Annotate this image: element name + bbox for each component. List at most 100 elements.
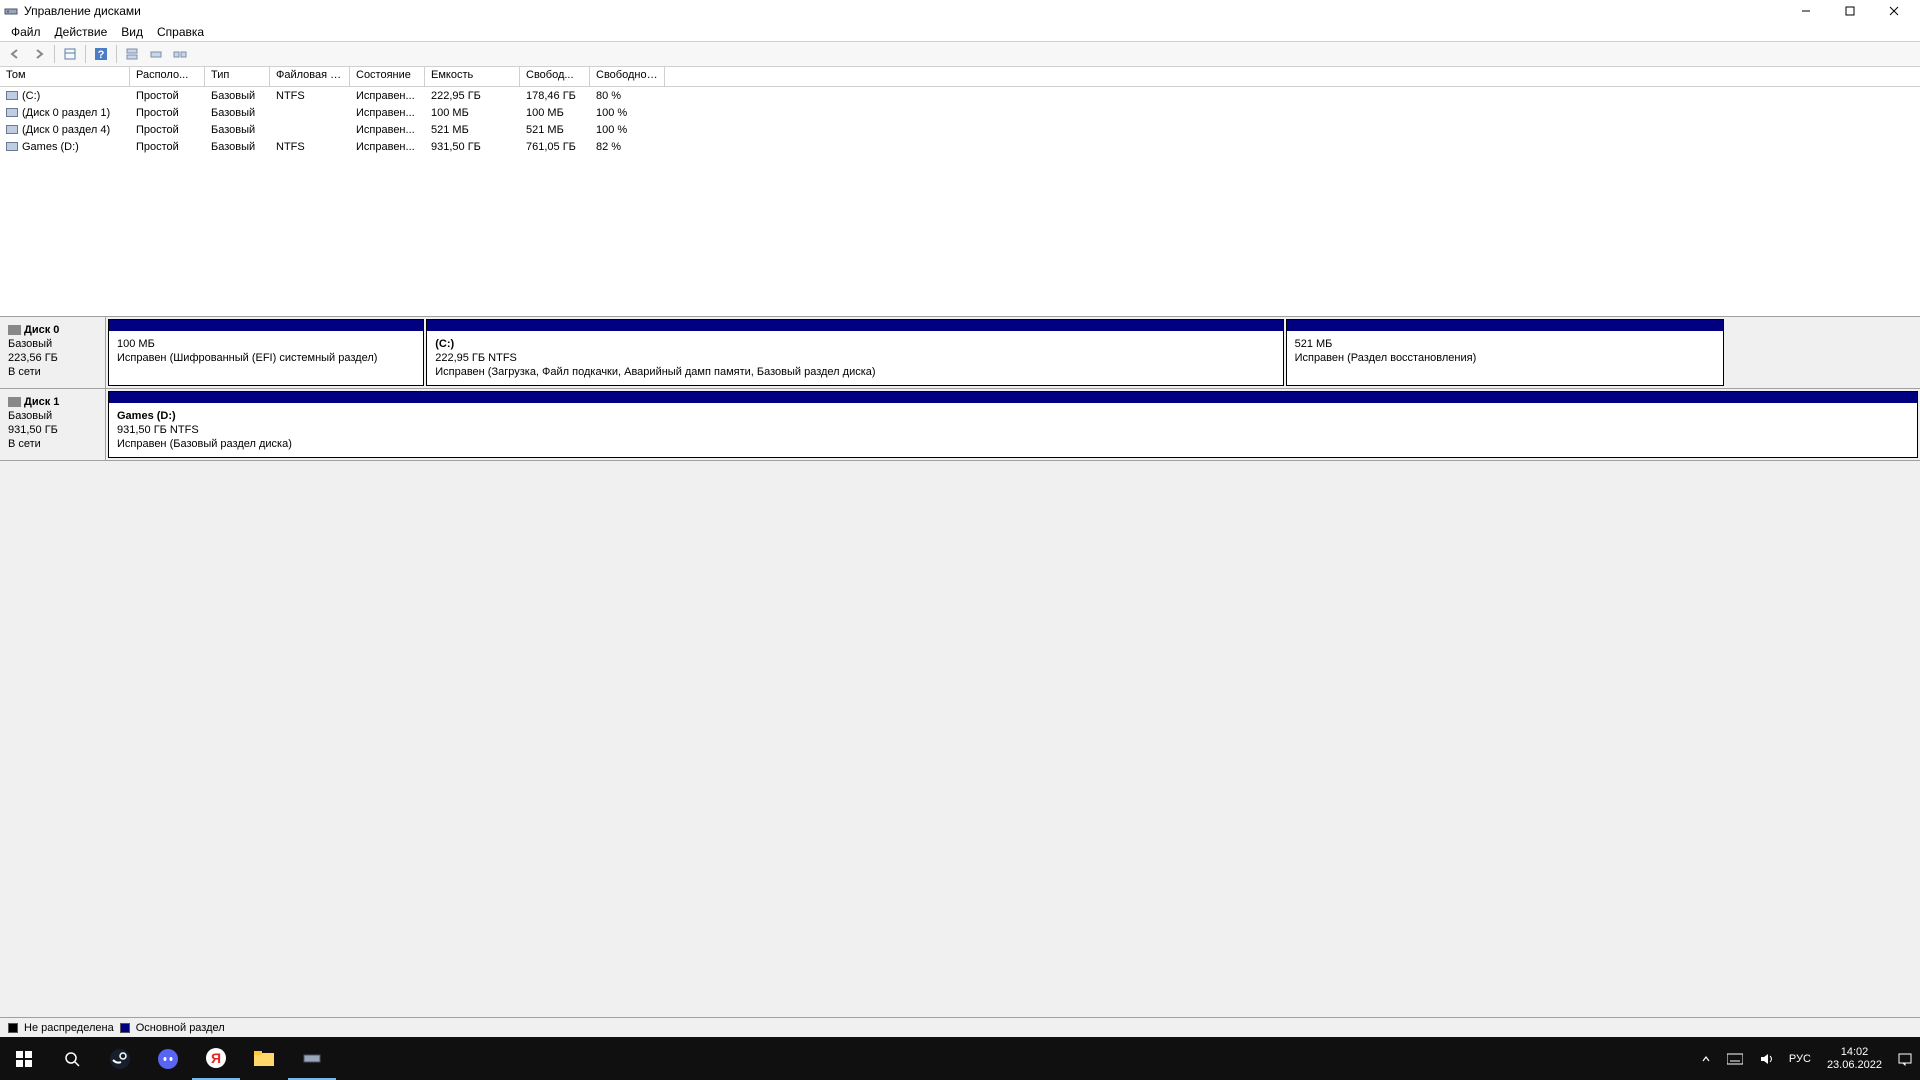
tray-language[interactable]: РУС bbox=[1781, 1037, 1819, 1080]
tray-date: 23.06.2022 bbox=[1827, 1059, 1882, 1072]
disk-management-window: Управление дисками Файл Действие Вид Спр… bbox=[0, 0, 1920, 1037]
menu-file[interactable]: Файл bbox=[4, 25, 48, 39]
partition[interactable]: Games (D:)931,50 ГБ NTFSИсправен (Базовы… bbox=[108, 391, 1918, 458]
cell-name: (Диск 0 раздел 4) bbox=[0, 124, 130, 136]
taskbar[interactable]: Я РУС 14:02 23.06.2022 bbox=[0, 1037, 1920, 1080]
svg-text:Я: Я bbox=[211, 1050, 221, 1066]
disk-icon bbox=[8, 325, 21, 335]
cell-pct: 82 % bbox=[590, 141, 665, 153]
volume-list-header[interactable]: ТомРасполо...ТипФайловая с...СостояниеЕм… bbox=[0, 67, 1920, 87]
cell-name: Games (D:) bbox=[0, 141, 130, 153]
window-title: Управление дисками bbox=[24, 4, 141, 18]
taskbar-app-explorer[interactable] bbox=[240, 1037, 288, 1080]
volume-list[interactable]: ТомРасполо...ТипФайловая с...СостояниеЕм… bbox=[0, 67, 1920, 317]
cell-type: Базовый bbox=[205, 90, 270, 102]
cell-status: Исправен... bbox=[350, 90, 425, 102]
help-icon[interactable]: ? bbox=[90, 43, 112, 65]
column-header[interactable]: Тип bbox=[205, 67, 270, 86]
toolbar-view-icon[interactable] bbox=[59, 43, 81, 65]
volume-row[interactable]: Games (D:)ПростойБазовыйNTFSИсправен...9… bbox=[0, 138, 1920, 155]
cell-pct: 100 % bbox=[590, 107, 665, 119]
cell-layout: Простой bbox=[130, 90, 205, 102]
column-header[interactable]: Свобод... bbox=[520, 67, 590, 86]
legend-primary-label: Основной раздел bbox=[136, 1022, 225, 1034]
disk-icon bbox=[8, 397, 21, 407]
cell-type: Базовый bbox=[205, 124, 270, 136]
cell-free: 178,46 ГБ bbox=[520, 90, 590, 102]
start-button[interactable] bbox=[0, 1037, 48, 1080]
volume-icon bbox=[6, 108, 18, 117]
forward-button[interactable] bbox=[28, 43, 50, 65]
cell-type: Базовый bbox=[205, 141, 270, 153]
disk-graphical-view: Диск 0Базовый223,56 ГБВ сети100 МБИсправ… bbox=[0, 317, 1920, 1017]
system-tray: РУС 14:02 23.06.2022 bbox=[1693, 1037, 1920, 1080]
volume-row[interactable]: (Диск 0 раздел 4)ПростойБазовый Исправен.… bbox=[0, 121, 1920, 138]
column-header[interactable]: Состояние bbox=[350, 67, 425, 86]
cell-cap: 100 МБ bbox=[425, 107, 520, 119]
partition[interactable]: (C:)222,95 ГБ NTFSИсправен (Загрузка, Фа… bbox=[426, 319, 1283, 386]
back-button[interactable] bbox=[4, 43, 26, 65]
cell-fs: NTFS bbox=[270, 90, 350, 102]
tray-keyboard-icon[interactable] bbox=[1719, 1037, 1751, 1080]
cell-layout: Простой bbox=[130, 141, 205, 153]
volume-icon bbox=[6, 91, 18, 100]
tray-time: 14:02 bbox=[1827, 1046, 1882, 1059]
toolbar-layout2-icon[interactable] bbox=[145, 43, 167, 65]
toolbar: ? bbox=[0, 41, 1920, 67]
column-header[interactable]: Том bbox=[0, 67, 130, 86]
app-icon bbox=[4, 4, 18, 18]
volume-row[interactable]: (Диск 0 раздел 1)ПростойБазовый Исправен.… bbox=[0, 104, 1920, 121]
cell-status: Исправен... bbox=[350, 107, 425, 119]
volume-row[interactable]: (C:)ПростойБазовыйNTFSИсправен...222,95 … bbox=[0, 87, 1920, 104]
tray-chevron-icon[interactable] bbox=[1693, 1037, 1719, 1080]
close-button[interactable] bbox=[1872, 0, 1916, 22]
titlebar[interactable]: Управление дисками bbox=[0, 0, 1920, 22]
legend-unallocated-label: Не распределена bbox=[24, 1022, 114, 1034]
tray-clock[interactable]: 14:02 23.06.2022 bbox=[1819, 1046, 1890, 1072]
column-header[interactable]: Располо... bbox=[130, 67, 205, 86]
disk-row: Диск 0Базовый223,56 ГБВ сети100 МБИсправ… bbox=[0, 317, 1920, 389]
legend: Не распределена Основной раздел bbox=[0, 1017, 1920, 1037]
cell-free: 761,05 ГБ bbox=[520, 141, 590, 153]
menu-action[interactable]: Действие bbox=[48, 25, 115, 39]
menu-view[interactable]: Вид bbox=[114, 25, 150, 39]
taskbar-app-steam[interactable] bbox=[96, 1037, 144, 1080]
cell-layout: Простой bbox=[130, 124, 205, 136]
disk-row: Диск 1Базовый931,50 ГБВ сетиGames (D:)93… bbox=[0, 389, 1920, 461]
cell-status: Исправен... bbox=[350, 124, 425, 136]
menubar: Файл Действие Вид Справка bbox=[0, 22, 1920, 41]
tray-volume-icon[interactable] bbox=[1751, 1037, 1781, 1080]
cell-name: (C:) bbox=[0, 90, 130, 102]
cell-status: Исправен... bbox=[350, 141, 425, 153]
partition[interactable]: 521 МБИсправен (Раздел восстановления) bbox=[1286, 319, 1724, 386]
taskbar-app-diskmgmt[interactable] bbox=[288, 1037, 336, 1080]
partition[interactable]: 100 МБИсправен (Шифрованный (EFI) систем… bbox=[108, 319, 424, 386]
column-header[interactable]: Файловая с... bbox=[270, 67, 350, 86]
cell-name: (Диск 0 раздел 1) bbox=[0, 107, 130, 119]
cell-cap: 931,50 ГБ bbox=[425, 141, 520, 153]
legend-swatch-unallocated bbox=[8, 1023, 18, 1033]
search-button[interactable] bbox=[48, 1037, 96, 1080]
disk-info[interactable]: Диск 0Базовый223,56 ГБВ сети bbox=[0, 317, 106, 388]
taskbar-app-yandex[interactable]: Я bbox=[192, 1037, 240, 1080]
cell-free: 100 МБ bbox=[520, 107, 590, 119]
cell-type: Базовый bbox=[205, 107, 270, 119]
cell-cap: 222,95 ГБ bbox=[425, 90, 520, 102]
column-header[interactable]: Емкость bbox=[425, 67, 520, 86]
disk-info[interactable]: Диск 1Базовый931,50 ГБВ сети bbox=[0, 389, 106, 460]
maximize-button[interactable] bbox=[1828, 0, 1872, 22]
cell-pct: 100 % bbox=[590, 124, 665, 136]
legend-swatch-primary bbox=[120, 1023, 130, 1033]
minimize-button[interactable] bbox=[1784, 0, 1828, 22]
column-header[interactable]: Свободно % bbox=[590, 67, 665, 86]
svg-text:?: ? bbox=[98, 49, 105, 61]
menu-help[interactable]: Справка bbox=[150, 25, 211, 39]
cell-fs: NTFS bbox=[270, 141, 350, 153]
cell-layout: Простой bbox=[130, 107, 205, 119]
taskbar-app-discord[interactable] bbox=[144, 1037, 192, 1080]
toolbar-layout1-icon[interactable] bbox=[121, 43, 143, 65]
tray-notifications-icon[interactable] bbox=[1890, 1037, 1920, 1080]
toolbar-layout3-icon[interactable] bbox=[169, 43, 191, 65]
volume-icon bbox=[6, 142, 18, 151]
cell-pct: 80 % bbox=[590, 90, 665, 102]
